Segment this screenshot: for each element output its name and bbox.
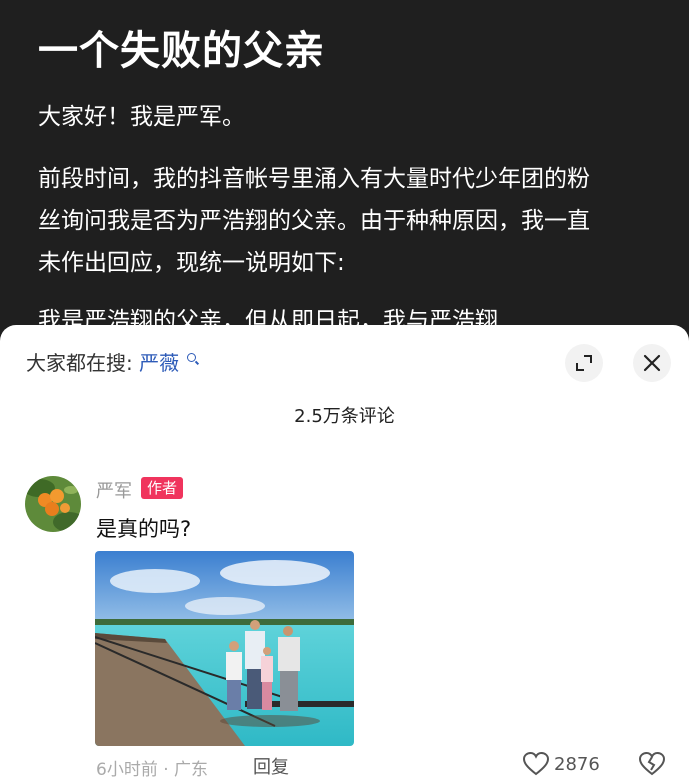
comment-author[interactable]: 严军 — [96, 477, 132, 503]
like-count: 2876 — [554, 754, 600, 775]
search-suggestion[interactable]: 大家都在搜: 严薇 — [26, 347, 197, 376]
expand-icon — [576, 355, 592, 371]
article-title: 一个失败的父亲 — [38, 28, 325, 74]
close-icon — [643, 354, 661, 372]
expand-button[interactable] — [565, 344, 603, 382]
article-panel: 一个失败的父亲 大家好！我是严军。 前段时间，我的抖音帐号里涌入有大量时代少年团… — [0, 0, 689, 360]
search-keyword[interactable]: 严薇 — [139, 351, 179, 375]
comment-photo[interactable] — [95, 551, 354, 746]
broken-heart-icon[interactable] — [638, 751, 666, 777]
comments-sheet: 大家都在搜: 严薇 2.5万条评论 严军 作者 是真的吗? 6小时前 · 广东 … — [0, 325, 689, 782]
avatar[interactable] — [25, 476, 81, 532]
close-button[interactable] — [633, 344, 671, 382]
search-icon — [187, 353, 197, 362]
reply-button[interactable]: 回复 — [253, 753, 289, 779]
comment-count: 2.5万条评论 — [294, 406, 395, 427]
heart-icon[interactable] — [522, 751, 550, 777]
search-prefix: 大家都在搜: — [26, 351, 133, 375]
article-paragraph: 大家好！我是严军。 — [38, 104, 245, 130]
comment-meta: 6小时前 · 广东 — [96, 760, 209, 780]
article-paragraph: 前段时间，我的抖音帐号里涌入有大量时代少年团的粉丝询问我是否为严浩翔的父亲。由于… — [38, 166, 590, 276]
author-badge: 作者 — [141, 477, 184, 499]
comment-text: 是真的吗? — [96, 517, 192, 541]
